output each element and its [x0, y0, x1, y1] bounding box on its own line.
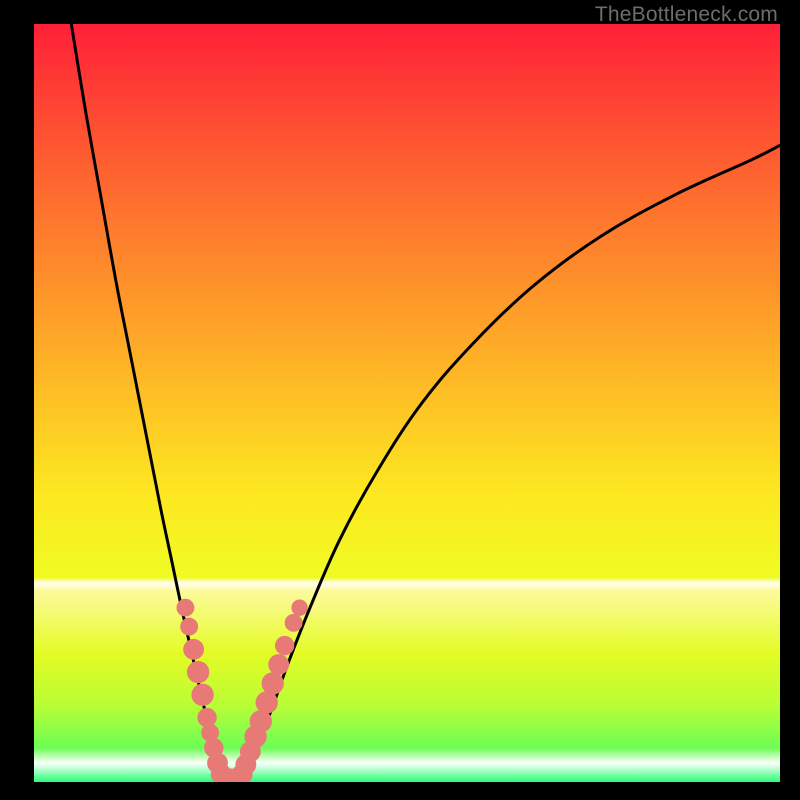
- plot-area: [34, 24, 780, 782]
- marker-left-4: [191, 684, 213, 706]
- marker-left-0: [176, 599, 194, 617]
- chart-svg: [34, 24, 780, 782]
- watermark-text: TheBottleneck.com: [595, 3, 778, 27]
- marker-right-4: [250, 710, 272, 732]
- marker-right-5: [256, 691, 278, 713]
- curve-right-branch: [239, 145, 780, 782]
- marker-left-3: [187, 661, 209, 683]
- marker-right-7: [268, 654, 289, 675]
- marker-right-8: [275, 636, 294, 655]
- chart-frame: TheBottleneck.com: [0, 0, 800, 800]
- marker-left-1: [180, 618, 198, 636]
- marker-left-2: [183, 639, 204, 660]
- marker-right-10: [291, 599, 307, 615]
- marker-right-6: [262, 672, 284, 694]
- marker-right-9: [285, 614, 303, 632]
